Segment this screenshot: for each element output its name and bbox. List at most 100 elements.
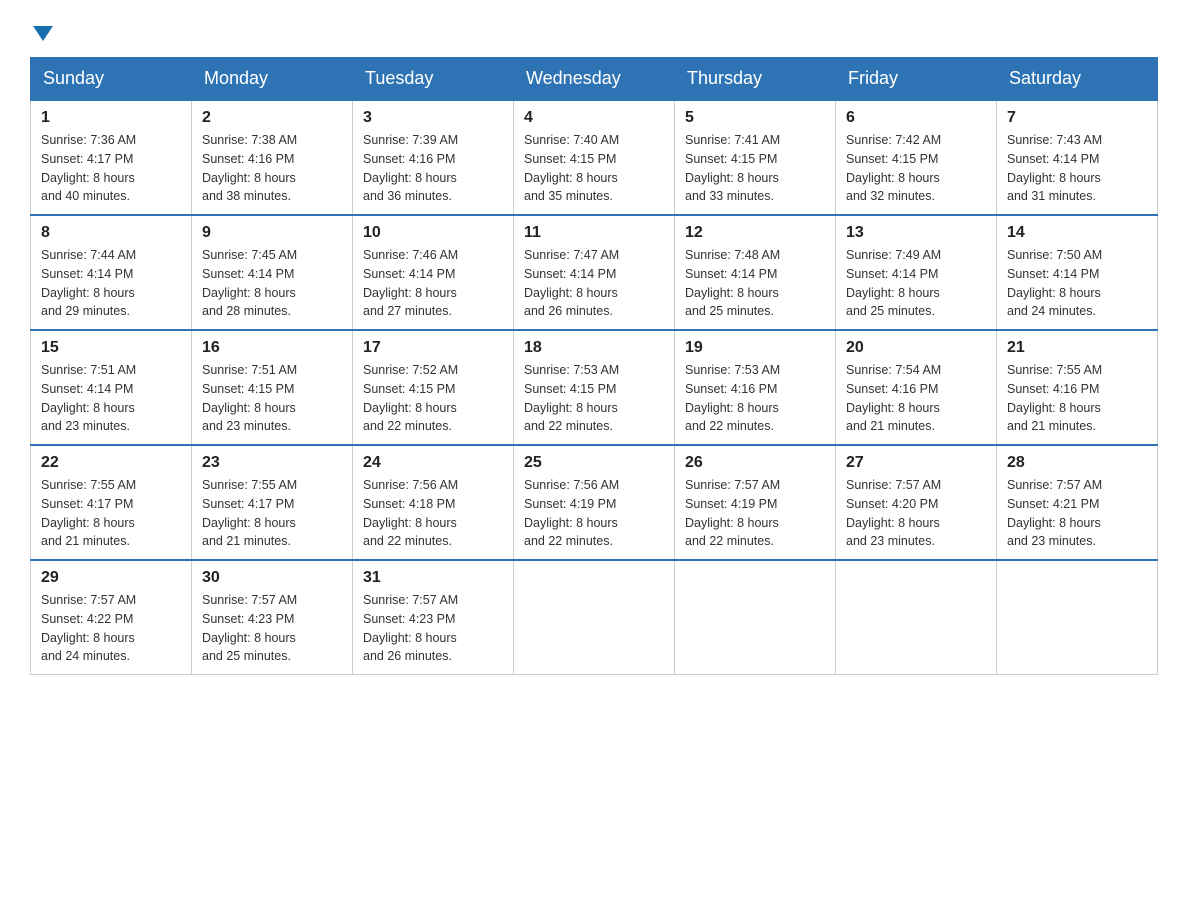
day-info: Sunrise: 7:56 AMSunset: 4:18 PMDaylight:… bbox=[363, 476, 503, 551]
day-number: 9 bbox=[202, 224, 342, 242]
calendar-cell: 11 Sunrise: 7:47 AMSunset: 4:14 PMDayligh… bbox=[514, 215, 675, 330]
calendar-header: Sunday Monday Tuesday Wednesday Thursday… bbox=[31, 58, 1158, 101]
calendar-cell: 18 Sunrise: 7:53 AMSunset: 4:15 PMDayligh… bbox=[514, 330, 675, 445]
day-info: Sunrise: 7:41 AMSunset: 4:15 PMDaylight:… bbox=[685, 131, 825, 206]
day-number: 25 bbox=[524, 454, 664, 472]
week-row-3: 15 Sunrise: 7:51 AMSunset: 4:14 PMDayligh… bbox=[31, 330, 1158, 445]
calendar-cell bbox=[514, 560, 675, 675]
calendar-cell: 25 Sunrise: 7:56 AMSunset: 4:19 PMDayligh… bbox=[514, 445, 675, 560]
calendar-cell: 6 Sunrise: 7:42 AMSunset: 4:15 PMDaylight… bbox=[836, 100, 997, 215]
calendar-cell: 24 Sunrise: 7:56 AMSunset: 4:18 PMDayligh… bbox=[353, 445, 514, 560]
logo-arrow-icon bbox=[33, 26, 53, 41]
page-header bbox=[30, 20, 1158, 37]
day-number: 24 bbox=[363, 454, 503, 472]
day-number: 15 bbox=[41, 339, 181, 357]
calendar-cell: 26Sunrise: 7:57 AMSunset: 4:19 PMDayligh… bbox=[675, 445, 836, 560]
day-number: 16 bbox=[202, 339, 342, 357]
header-tuesday: Tuesday bbox=[353, 58, 514, 101]
day-info: Sunrise: 7:56 AMSunset: 4:19 PMDaylight:… bbox=[524, 476, 664, 551]
day-number: 14 bbox=[1007, 224, 1147, 242]
calendar-cell: 31 Sunrise: 7:57 AMSunset: 4:23 PMDayligh… bbox=[353, 560, 514, 675]
day-number: 18 bbox=[524, 339, 664, 357]
day-info: Sunrise: 7:55 AMSunset: 4:17 PMDaylight:… bbox=[202, 476, 342, 551]
calendar-cell: 21 Sunrise: 7:55 AMSunset: 4:16 PMDayligh… bbox=[997, 330, 1158, 445]
day-number: 4 bbox=[524, 109, 664, 127]
calendar-cell: 10 Sunrise: 7:46 AMSunset: 4:14 PMDayligh… bbox=[353, 215, 514, 330]
day-info: Sunrise: 7:53 AMSunset: 4:15 PMDaylight:… bbox=[524, 361, 664, 436]
calendar-cell: 23Sunrise: 7:55 AMSunset: 4:17 PMDayligh… bbox=[192, 445, 353, 560]
day-number: 29 bbox=[41, 569, 181, 587]
day-number: 17 bbox=[363, 339, 503, 357]
day-number: 1 bbox=[41, 109, 181, 127]
day-info: Sunrise: 7:49 AMSunset: 4:14 PMDaylight:… bbox=[846, 246, 986, 321]
day-number: 2 bbox=[202, 109, 342, 127]
day-info: Sunrise: 7:57 AMSunset: 4:19 PMDaylight:… bbox=[685, 476, 825, 551]
day-info: Sunrise: 7:57 AMSunset: 4:23 PMDaylight:… bbox=[202, 591, 342, 666]
calendar-cell: 19Sunrise: 7:53 AMSunset: 4:16 PMDayligh… bbox=[675, 330, 836, 445]
week-row-2: 8Sunrise: 7:44 AMSunset: 4:14 PMDaylight… bbox=[31, 215, 1158, 330]
day-number: 30 bbox=[202, 569, 342, 587]
calendar-cell: 20Sunrise: 7:54 AMSunset: 4:16 PMDayligh… bbox=[836, 330, 997, 445]
day-info: Sunrise: 7:48 AMSunset: 4:14 PMDaylight:… bbox=[685, 246, 825, 321]
calendar-cell bbox=[675, 560, 836, 675]
day-info: Sunrise: 7:55 AMSunset: 4:17 PMDaylight:… bbox=[41, 476, 181, 551]
calendar-cell: 5 Sunrise: 7:41 AMSunset: 4:15 PMDaylight… bbox=[675, 100, 836, 215]
day-info: Sunrise: 7:43 AMSunset: 4:14 PMDaylight:… bbox=[1007, 131, 1147, 206]
calendar-cell: 27 Sunrise: 7:57 AMSunset: 4:20 PMDayligh… bbox=[836, 445, 997, 560]
day-info: Sunrise: 7:53 AMSunset: 4:16 PMDaylight:… bbox=[685, 361, 825, 436]
day-number: 12 bbox=[685, 224, 825, 242]
calendar-cell: 29 Sunrise: 7:57 AMSunset: 4:22 PMDayligh… bbox=[31, 560, 192, 675]
day-info: Sunrise: 7:47 AMSunset: 4:14 PMDaylight:… bbox=[524, 246, 664, 321]
week-row-4: 22 Sunrise: 7:55 AMSunset: 4:17 PMDayligh… bbox=[31, 445, 1158, 560]
day-info: Sunrise: 7:57 AMSunset: 4:22 PMDaylight:… bbox=[41, 591, 181, 666]
calendar-cell: 7 Sunrise: 7:43 AMSunset: 4:14 PMDaylight… bbox=[997, 100, 1158, 215]
day-number: 13 bbox=[846, 224, 986, 242]
header-sunday: Sunday bbox=[31, 58, 192, 101]
header-friday: Friday bbox=[836, 58, 997, 101]
day-info: Sunrise: 7:57 AMSunset: 4:20 PMDaylight:… bbox=[846, 476, 986, 551]
day-info: Sunrise: 7:55 AMSunset: 4:16 PMDaylight:… bbox=[1007, 361, 1147, 436]
day-number: 31 bbox=[363, 569, 503, 587]
day-number: 7 bbox=[1007, 109, 1147, 127]
logo bbox=[30, 20, 53, 37]
calendar-cell: 4 Sunrise: 7:40 AMSunset: 4:15 PMDaylight… bbox=[514, 100, 675, 215]
day-number: 10 bbox=[363, 224, 503, 242]
day-number: 22 bbox=[41, 454, 181, 472]
day-number: 28 bbox=[1007, 454, 1147, 472]
calendar-cell: 28Sunrise: 7:57 AMSunset: 4:21 PMDayligh… bbox=[997, 445, 1158, 560]
calendar-cell: 22 Sunrise: 7:55 AMSunset: 4:17 PMDayligh… bbox=[31, 445, 192, 560]
day-number: 11 bbox=[524, 224, 664, 242]
day-info: Sunrise: 7:36 AMSunset: 4:17 PMDaylight:… bbox=[41, 131, 181, 206]
day-info: Sunrise: 7:44 AMSunset: 4:14 PMDaylight:… bbox=[41, 246, 181, 321]
day-number: 6 bbox=[846, 109, 986, 127]
calendar-cell: 30 Sunrise: 7:57 AMSunset: 4:23 PMDayligh… bbox=[192, 560, 353, 675]
week-row-5: 29 Sunrise: 7:57 AMSunset: 4:22 PMDayligh… bbox=[31, 560, 1158, 675]
calendar-cell: 1 Sunrise: 7:36 AMSunset: 4:17 PMDaylight… bbox=[31, 100, 192, 215]
calendar-cell: 17 Sunrise: 7:52 AMSunset: 4:15 PMDayligh… bbox=[353, 330, 514, 445]
day-info: Sunrise: 7:40 AMSunset: 4:15 PMDaylight:… bbox=[524, 131, 664, 206]
day-info: Sunrise: 7:51 AMSunset: 4:14 PMDaylight:… bbox=[41, 361, 181, 436]
day-number: 3 bbox=[363, 109, 503, 127]
calendar-cell: 13 Sunrise: 7:49 AMSunset: 4:14 PMDayligh… bbox=[836, 215, 997, 330]
day-info: Sunrise: 7:52 AMSunset: 4:15 PMDaylight:… bbox=[363, 361, 503, 436]
calendar-table: Sunday Monday Tuesday Wednesday Thursday… bbox=[30, 57, 1158, 675]
day-info: Sunrise: 7:42 AMSunset: 4:15 PMDaylight:… bbox=[846, 131, 986, 206]
calendar-cell: 12 Sunrise: 7:48 AMSunset: 4:14 PMDayligh… bbox=[675, 215, 836, 330]
header-wednesday: Wednesday bbox=[514, 58, 675, 101]
header-saturday: Saturday bbox=[997, 58, 1158, 101]
calendar-cell: 9Sunrise: 7:45 AMSunset: 4:14 PMDaylight… bbox=[192, 215, 353, 330]
day-number: 21 bbox=[1007, 339, 1147, 357]
calendar-cell bbox=[836, 560, 997, 675]
day-info: Sunrise: 7:57 AMSunset: 4:23 PMDaylight:… bbox=[363, 591, 503, 666]
calendar-cell: 16Sunrise: 7:51 AMSunset: 4:15 PMDayligh… bbox=[192, 330, 353, 445]
calendar-cell: 14Sunrise: 7:50 AMSunset: 4:14 PMDayligh… bbox=[997, 215, 1158, 330]
day-info: Sunrise: 7:39 AMSunset: 4:16 PMDaylight:… bbox=[363, 131, 503, 206]
day-info: Sunrise: 7:54 AMSunset: 4:16 PMDaylight:… bbox=[846, 361, 986, 436]
day-info: Sunrise: 7:46 AMSunset: 4:14 PMDaylight:… bbox=[363, 246, 503, 321]
calendar-cell: 3 Sunrise: 7:39 AMSunset: 4:16 PMDaylight… bbox=[353, 100, 514, 215]
day-number: 27 bbox=[846, 454, 986, 472]
day-number: 5 bbox=[685, 109, 825, 127]
header-monday: Monday bbox=[192, 58, 353, 101]
weekday-header-row: Sunday Monday Tuesday Wednesday Thursday… bbox=[31, 58, 1158, 101]
header-thursday: Thursday bbox=[675, 58, 836, 101]
